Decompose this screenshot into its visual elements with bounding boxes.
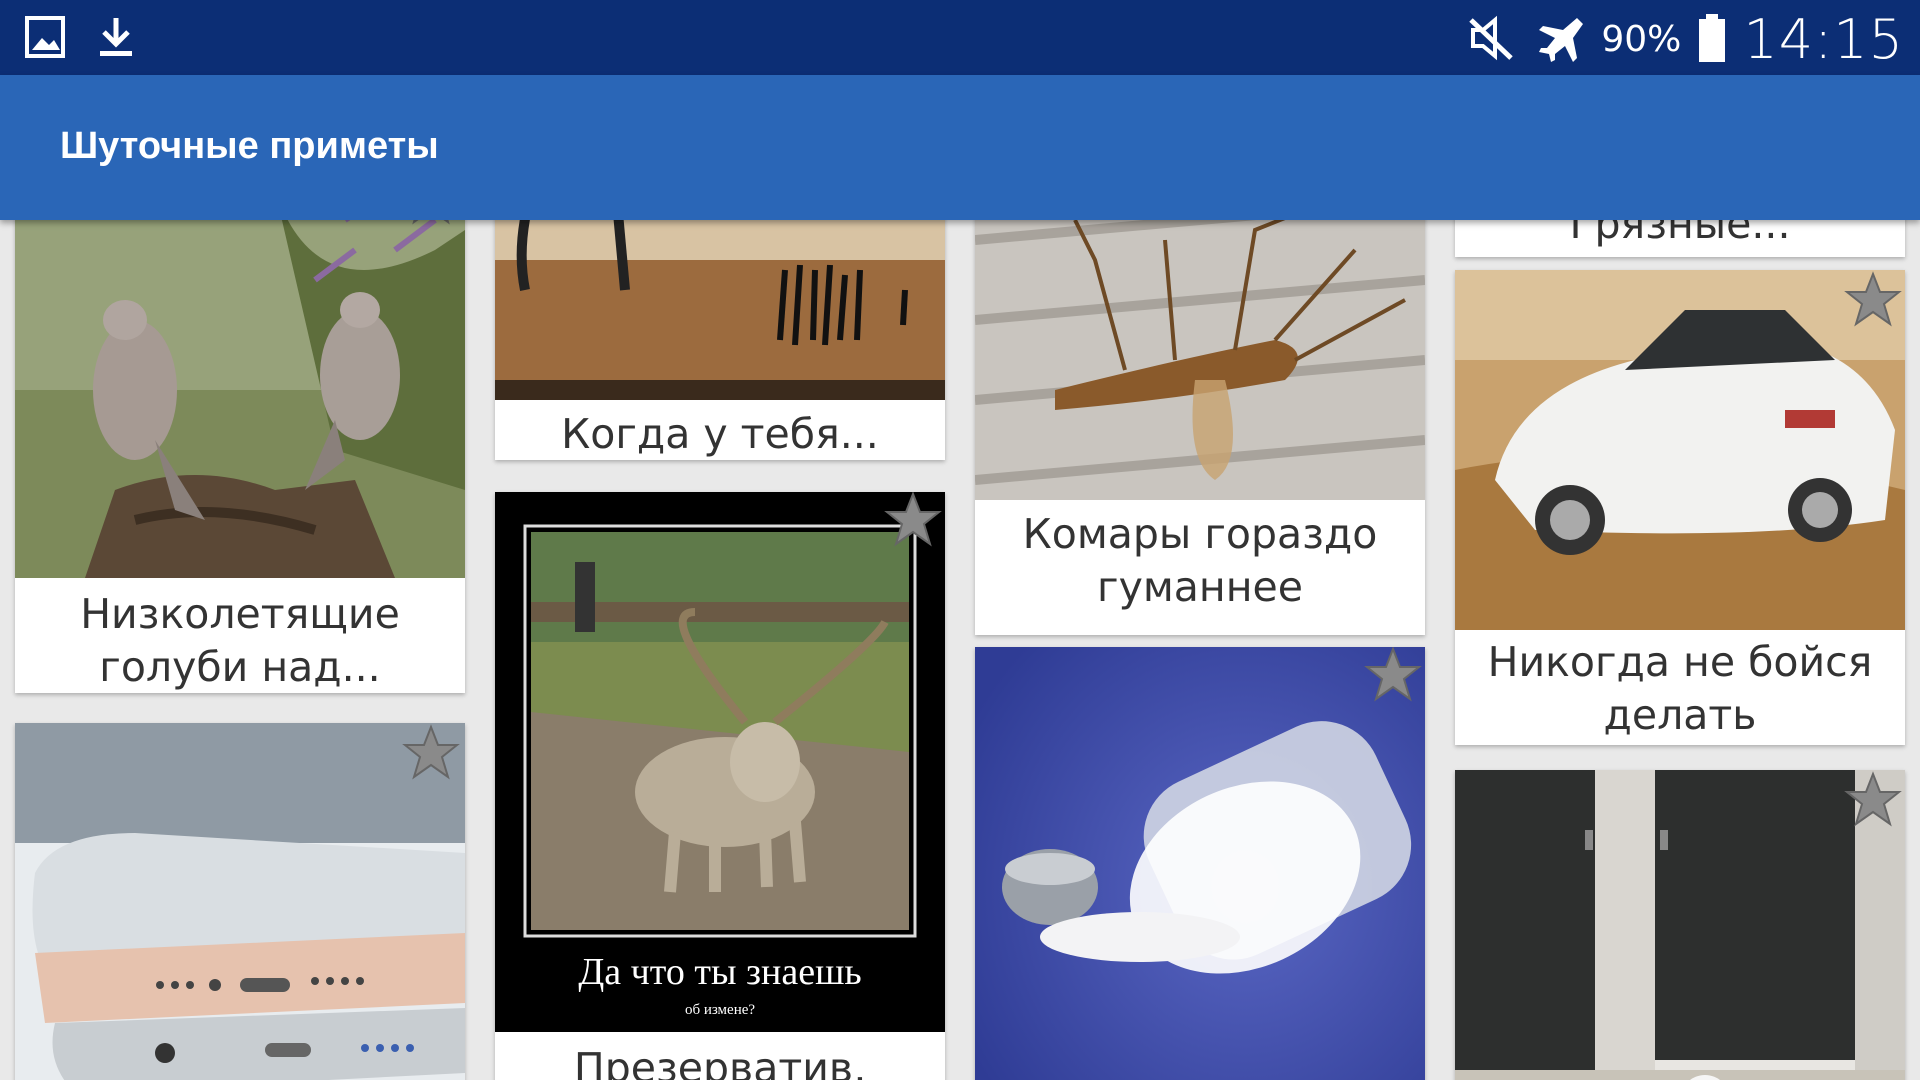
card-image bbox=[975, 220, 1425, 500]
favorite-star-icon[interactable] bbox=[1843, 270, 1903, 330]
grid-card[interactable]: Грязные... bbox=[1455, 220, 1905, 257]
favorite-star-icon[interactable] bbox=[1363, 647, 1423, 705]
app-bar: Шуточные приметы bbox=[0, 75, 1920, 220]
card-caption: Никогда не бойся делать bbox=[1487, 638, 1873, 739]
card-image: Да что ты знаешь об измене? bbox=[495, 492, 945, 1032]
card-image bbox=[1455, 770, 1905, 1080]
grid-card[interactable]: Низколетящие голуби над... bbox=[15, 220, 465, 693]
battery-percentage: 90% bbox=[1601, 19, 1682, 60]
card-image bbox=[15, 220, 465, 578]
image-text-subtitle: об измене? bbox=[684, 1002, 756, 1018]
card-image bbox=[975, 647, 1425, 1080]
battery-icon bbox=[1697, 12, 1727, 68]
grid-card[interactable]: Когда у тебя... bbox=[495, 220, 945, 460]
card-image bbox=[495, 220, 945, 400]
page-title: Шуточные приметы bbox=[60, 125, 439, 167]
card-image bbox=[1455, 270, 1905, 630]
card-image bbox=[15, 723, 465, 1080]
card-caption: Низколетящие голуби над... bbox=[80, 590, 400, 691]
card-caption: Презерватив, bbox=[573, 1044, 867, 1080]
omens-grid: Низколетящие голуби над... Когда у тебя.… bbox=[0, 220, 1920, 1080]
download-icon bbox=[94, 14, 138, 64]
image-text-title: Да что ты знаешь bbox=[578, 951, 862, 993]
card-caption: Комары гораздо гуманнее bbox=[1022, 510, 1378, 611]
airplane-mode-icon bbox=[1533, 12, 1585, 68]
favorite-star-icon[interactable] bbox=[883, 492, 943, 550]
grid-card[interactable]: Комары гораздо гуманнее bbox=[975, 220, 1425, 635]
grid-card[interactable]: Да что ты знаешь об измене? Презерватив, bbox=[495, 492, 945, 1080]
grid-card[interactable]: Никогда не бойся делать bbox=[1455, 270, 1905, 745]
clock: 14:15 bbox=[1743, 8, 1904, 71]
card-caption: Когда у тебя... bbox=[561, 410, 879, 458]
status-bar: 90% 14:15 bbox=[0, 0, 1920, 75]
grid-card[interactable] bbox=[15, 723, 465, 1080]
mute-icon bbox=[1465, 12, 1517, 68]
favorite-star-icon[interactable] bbox=[401, 220, 461, 228]
favorite-star-icon[interactable] bbox=[1843, 770, 1903, 830]
grid-card[interactable] bbox=[975, 647, 1425, 1080]
gallery-icon bbox=[24, 14, 68, 64]
favorite-star-icon[interactable] bbox=[401, 723, 461, 783]
card-caption: Грязные... bbox=[1569, 220, 1791, 248]
grid-card[interactable] bbox=[1455, 770, 1905, 1080]
